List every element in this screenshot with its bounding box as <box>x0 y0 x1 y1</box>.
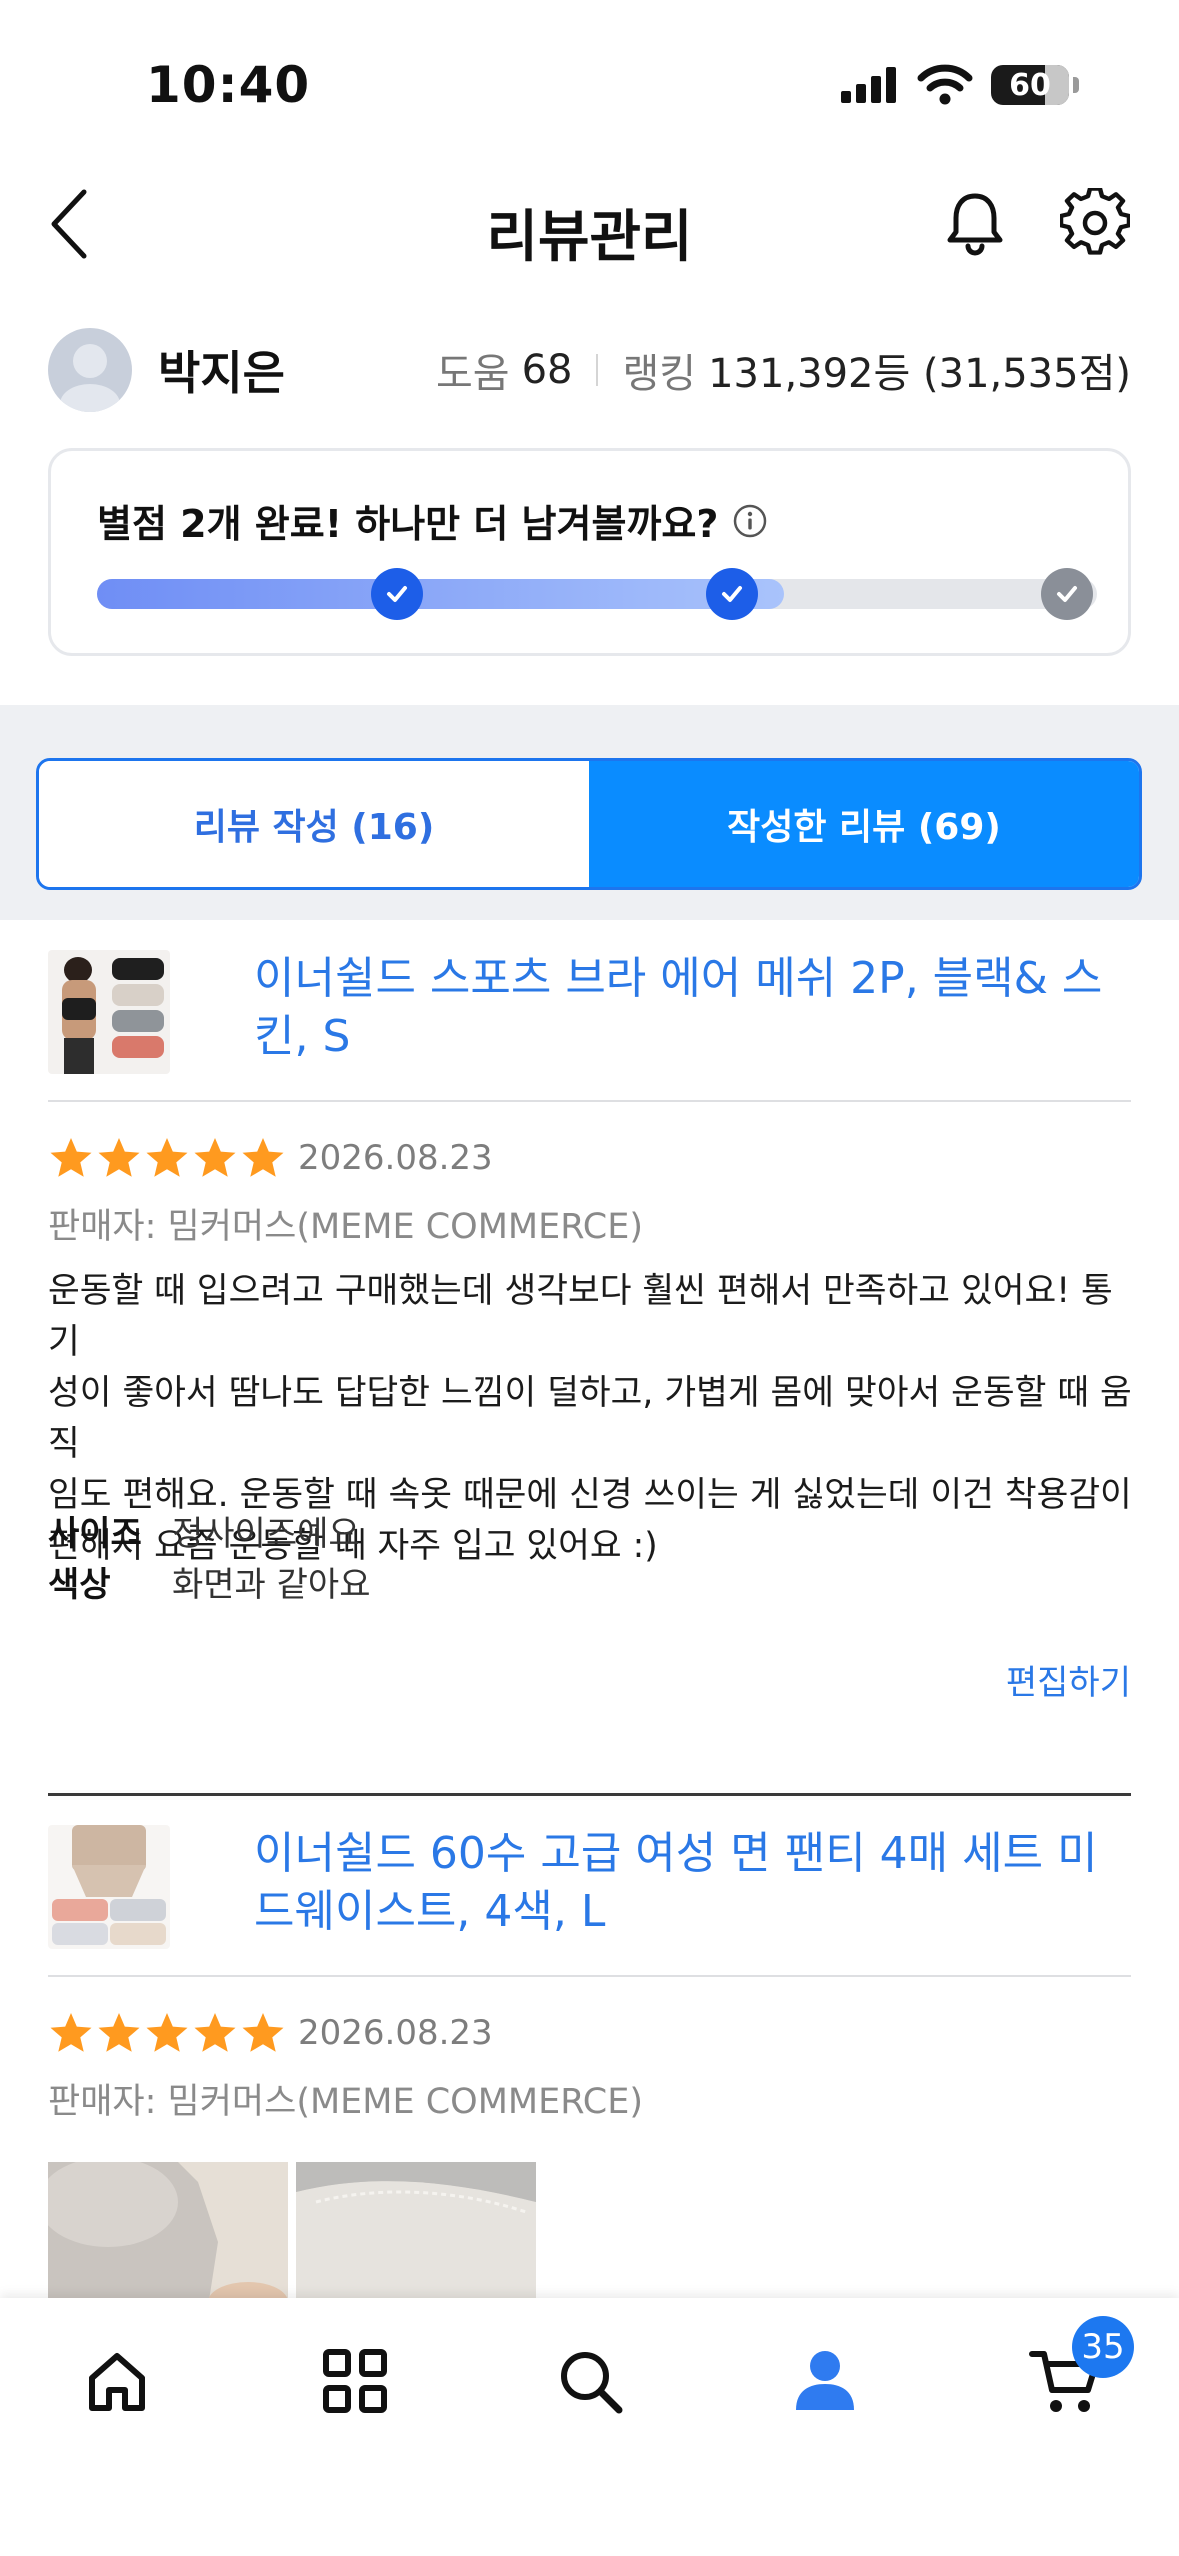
nav-categories[interactable] <box>310 2336 400 2426</box>
attribute-value: 화면과 같아요 <box>172 1565 371 1605</box>
divider <box>48 1975 1131 1977</box>
status-bar: 10:40 60 <box>0 0 1179 170</box>
review-product-2[interactable]: 이너쉴드 60수 고급 여성 면 팬티 4매 세트 미드웨이스트, 4색, L <box>48 1825 1131 1949</box>
star-icon <box>98 2013 140 2052</box>
nav-my-page[interactable] <box>780 2336 870 2426</box>
help-label: 도움 <box>435 351 510 397</box>
tab-written-reviews[interactable]: 작성한 리뷰 (69) <box>589 761 1139 887</box>
review-date: 2026.08.23 <box>298 2013 493 2053</box>
ranking-label: 랭킹 <box>622 351 697 397</box>
divider <box>48 1100 1131 1102</box>
review-separator <box>48 1793 1131 1796</box>
progress-fill <box>97 579 784 609</box>
product-title[interactable]: 이너쉴드 스포츠 브라 에어 메쉬 2P, 블랙& 스킨, S <box>254 950 1114 1074</box>
cellular-signal-icon <box>841 67 896 103</box>
grid-icon <box>323 2349 387 2413</box>
status-time: 10:40 <box>146 56 311 114</box>
user-icon <box>796 2351 854 2410</box>
progress-message: 별점 2개 완료! 하나만 더 남겨볼까요? <box>97 502 719 546</box>
attribute-value: 정사이즈예요 <box>172 1514 360 1554</box>
rating-row: 2026.08.23 <box>48 2010 493 2056</box>
profile-stats: 도움 68 랭킹 131,392등 (31,535점) <box>436 341 1131 399</box>
attribute-label: 색상 <box>48 1565 111 1605</box>
star-icon <box>146 1138 188 1177</box>
star-rating <box>48 1135 286 1181</box>
review-photo[interactable] <box>296 2162 536 2307</box>
star-icon <box>242 1138 284 1177</box>
product-title[interactable]: 이너쉴드 60수 고급 여성 면 팬티 4매 세트 미드웨이스트, 4색, L <box>254 1825 1114 1949</box>
avatar[interactable] <box>48 328 132 412</box>
wifi-icon <box>917 64 973 105</box>
status-icons: 60 <box>839 64 1079 106</box>
info-icon[interactable] <box>732 503 768 539</box>
star-icon <box>50 2013 92 2052</box>
star-icon <box>146 2013 188 2052</box>
star-icon <box>98 1138 140 1177</box>
review-body-line: 성이 좋아서 땀나도 답답한 느낌이 덜하고, 가볍게 몸에 맞아서 운동할 때… <box>48 1373 1132 1464</box>
check-icon <box>722 586 742 602</box>
check-icon <box>387 586 407 602</box>
progress-step-complete <box>706 568 758 620</box>
home-icon <box>89 2353 145 2411</box>
gear-icon <box>1058 186 1132 255</box>
product-thumbnail[interactable] <box>48 950 170 1074</box>
bell-icon <box>947 193 1003 256</box>
battery-level: 60 <box>1009 67 1051 103</box>
notifications-button[interactable] <box>940 188 1010 258</box>
edit-review-link[interactable]: 편집하기 <box>1006 1655 1131 1704</box>
bottom-navigation <box>0 2298 1179 2556</box>
star-icon <box>242 2013 284 2052</box>
search-icon <box>561 2352 623 2414</box>
star-icon <box>194 2013 236 2052</box>
tab-write-review[interactable]: 리뷰 작성 (16) <box>39 761 589 887</box>
attribute-color: 색상 화면과 같아요 <box>48 1557 371 1606</box>
review-product-1[interactable]: 이너쉴드 스포츠 브라 에어 메쉬 2P, 블랙& 스킨, S <box>48 950 1131 1074</box>
attribute-label: 사이즈 <box>48 1514 142 1554</box>
profile-name: 박지은 <box>158 346 285 400</box>
attribute-size: 사이즈 정사이즈예요 <box>48 1506 360 1555</box>
settings-button[interactable] <box>1058 186 1132 258</box>
stat-divider <box>596 354 599 386</box>
review-body-line: 운동할 때 입으려고 구매했는데 생각보다 훨씬 편해서 만족하고 있어요! 통… <box>48 1271 1113 1362</box>
review-date: 2026.08.23 <box>298 1138 493 1178</box>
review-photo[interactable] <box>48 2162 288 2307</box>
cart-count-badge: 35 <box>1072 2316 1134 2378</box>
battery-indicator: 60 <box>991 65 1069 105</box>
progress-step-pending <box>1041 568 1093 620</box>
product-thumbnail[interactable] <box>48 1825 170 1949</box>
rating-progress-card: 별점 2개 완료! 하나만 더 남겨볼까요? <box>48 448 1131 656</box>
help-count: 68 <box>521 347 573 393</box>
progress-step-complete <box>371 568 423 620</box>
rating-row: 2026.08.23 <box>48 1135 493 1181</box>
progress-track <box>97 568 1097 620</box>
star-icon <box>194 1138 236 1177</box>
battery-cap <box>1073 77 1079 93</box>
header: 리뷰관리 <box>0 170 1179 280</box>
seller-name: 판매자: 밈커머스(MEME COMMERCE) <box>48 2082 644 2122</box>
nav-search[interactable] <box>545 2336 635 2426</box>
check-icon <box>1057 586 1077 602</box>
star-icon <box>50 1138 92 1177</box>
ranking-value: 131,392등 (31,535점) <box>708 351 1131 397</box>
profile-summary: 박지은 도움 68 랭킹 131,392등 (31,535점) <box>48 320 1131 420</box>
progress-message-row: 별점 2개 완료! 하나만 더 남겨볼까요? <box>97 493 768 548</box>
nav-home[interactable] <box>72 2336 162 2426</box>
review-tabs: 리뷰 작성 (16) 작성한 리뷰 (69) <box>36 758 1142 890</box>
seller-name: 판매자: 밈커머스(MEME COMMERCE) <box>48 1207 644 1247</box>
star-rating <box>48 2010 286 2056</box>
